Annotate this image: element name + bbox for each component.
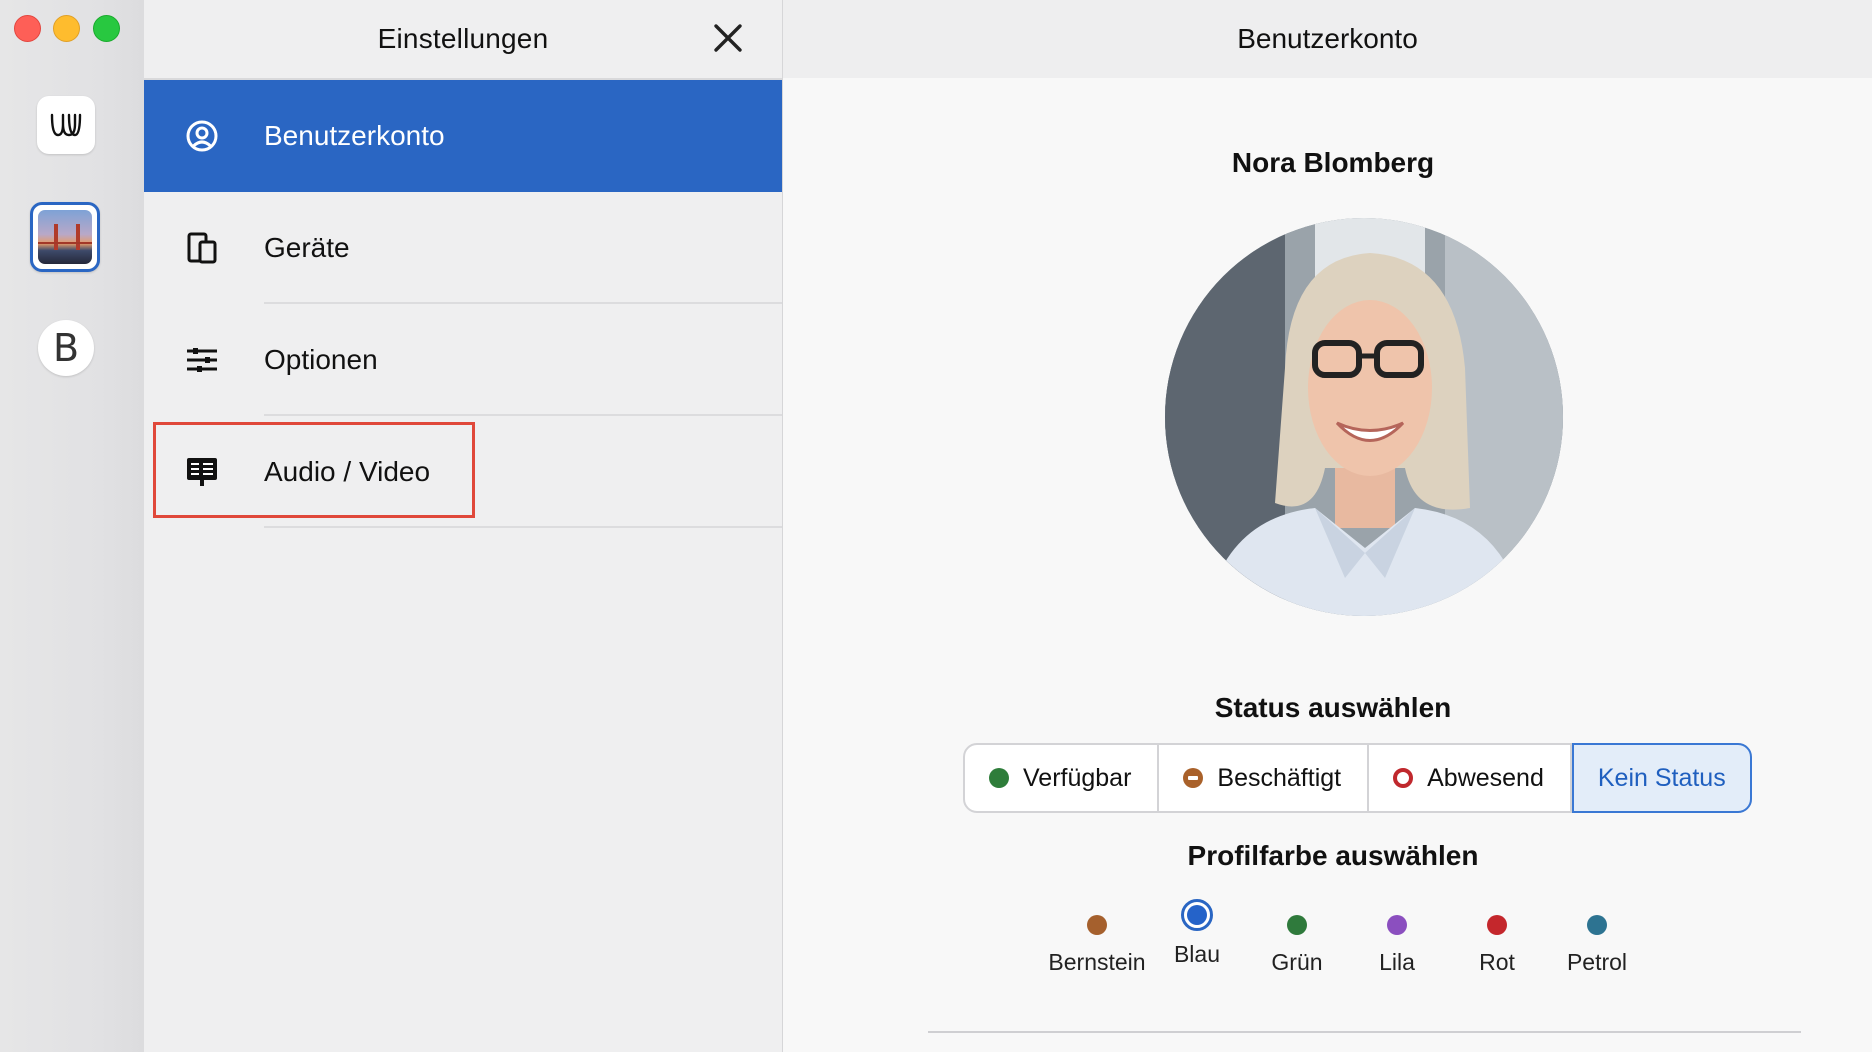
status-label: Kein Status (1597, 763, 1726, 792)
close-icon (714, 24, 742, 52)
window-zoom-button[interactable] (93, 15, 120, 42)
menu-divider (264, 526, 782, 528)
status-option-verfuegbar[interactable]: Verfügbar (965, 745, 1160, 811)
color-option-blau[interactable]: Blau (1147, 899, 1247, 968)
settings-item-label: Optionen (264, 344, 378, 375)
profile-name[interactable]: Nora Blomberg (783, 147, 1872, 179)
settings-title: Einstellungen (377, 23, 549, 54)
account-photo-thumbnail (38, 210, 92, 264)
panel-title: Benutzerkonto (1237, 23, 1418, 54)
wire-logo-icon (50, 113, 82, 137)
status-option-kein-status[interactable]: Kein Status (1571, 743, 1752, 813)
user-circle-icon (184, 118, 220, 154)
color-option-rot[interactable]: Rot (1447, 905, 1547, 976)
color-label: Bernstein (1048, 949, 1146, 975)
panel-header: Benutzerkonto (783, 0, 1872, 78)
profile-photo (1165, 218, 1563, 616)
profile-color-selector: Bernstein Blau Grün Lila Rot Petrol (965, 899, 1627, 995)
selected-ring-icon (1181, 899, 1213, 931)
devices-icon (184, 230, 220, 266)
color-dot-icon (1287, 915, 1307, 935)
window-close-button[interactable] (14, 15, 41, 42)
settings-item-label: Audio / Video (264, 456, 431, 487)
color-dot-icon (1387, 915, 1407, 935)
b-account-initial: B (52, 326, 80, 370)
color-option-bernstein[interactable]: Bernstein (1047, 905, 1147, 976)
close-settings-button[interactable] (706, 16, 750, 60)
color-option-petrol[interactable]: Petrol (1547, 905, 1647, 976)
settings-item-audio-video[interactable]: Audio / Video (144, 416, 782, 528)
wire-app-account-button[interactable] (37, 96, 95, 154)
color-dot-icon (1187, 905, 1207, 925)
settings-sidebar: Einstellungen Benutzerkonto Geräte Optio… (144, 0, 783, 1052)
status-label: Verfügbar (1023, 763, 1132, 792)
color-label: Rot (1479, 949, 1515, 975)
color-option-lila[interactable]: Lila (1347, 905, 1447, 976)
settings-item-benutzerkonto[interactable]: Benutzerkonto (144, 80, 782, 192)
color-label: Blau (1173, 941, 1221, 967)
available-dot-icon (989, 768, 1009, 788)
monitor-list-icon (184, 454, 220, 490)
color-dot-icon (1487, 915, 1507, 935)
settings-item-geraete[interactable]: Geräte (144, 192, 782, 304)
settings-header: Einstellungen (144, 0, 782, 80)
sliders-icon (184, 342, 220, 378)
color-dot-icon (1087, 915, 1107, 935)
avatar[interactable] (1165, 218, 1563, 616)
settings-item-optionen[interactable]: Optionen (144, 304, 782, 416)
color-dot-icon (1587, 915, 1607, 935)
window-minimize-button[interactable] (53, 15, 80, 42)
busy-dot-icon (1183, 768, 1204, 788)
color-label: Lila (1379, 949, 1415, 975)
section-divider (928, 1031, 1801, 1033)
status-selector: Verfügbar Beschäftigt Abwesend Kein Stat… (963, 743, 1752, 813)
account-panel: Benutzerkonto Nora Blomberg Status auswä… (783, 0, 1872, 1052)
status-option-abwesend[interactable]: Abwesend (1369, 745, 1572, 811)
away-ring-icon (1393, 768, 1414, 788)
photo-account-button[interactable] (30, 202, 100, 272)
settings-item-label: Benutzerkonto (264, 120, 445, 151)
color-label: Petrol (1566, 949, 1628, 975)
account-rail: B (0, 0, 145, 1052)
color-label: Grün (1271, 949, 1323, 975)
status-section-title: Status auswählen (1214, 692, 1452, 723)
color-option-gruen[interactable]: Grün (1247, 905, 1347, 976)
color-section-title: Profilfarbe auswählen (1187, 840, 1479, 871)
status-label: Beschäftigt (1217, 763, 1342, 792)
status-label: Abwesend (1427, 763, 1544, 792)
b-account-button[interactable]: B (38, 320, 94, 376)
status-option-beschaeftigt[interactable]: Beschäftigt (1159, 745, 1370, 811)
settings-item-label: Geräte (264, 232, 350, 263)
